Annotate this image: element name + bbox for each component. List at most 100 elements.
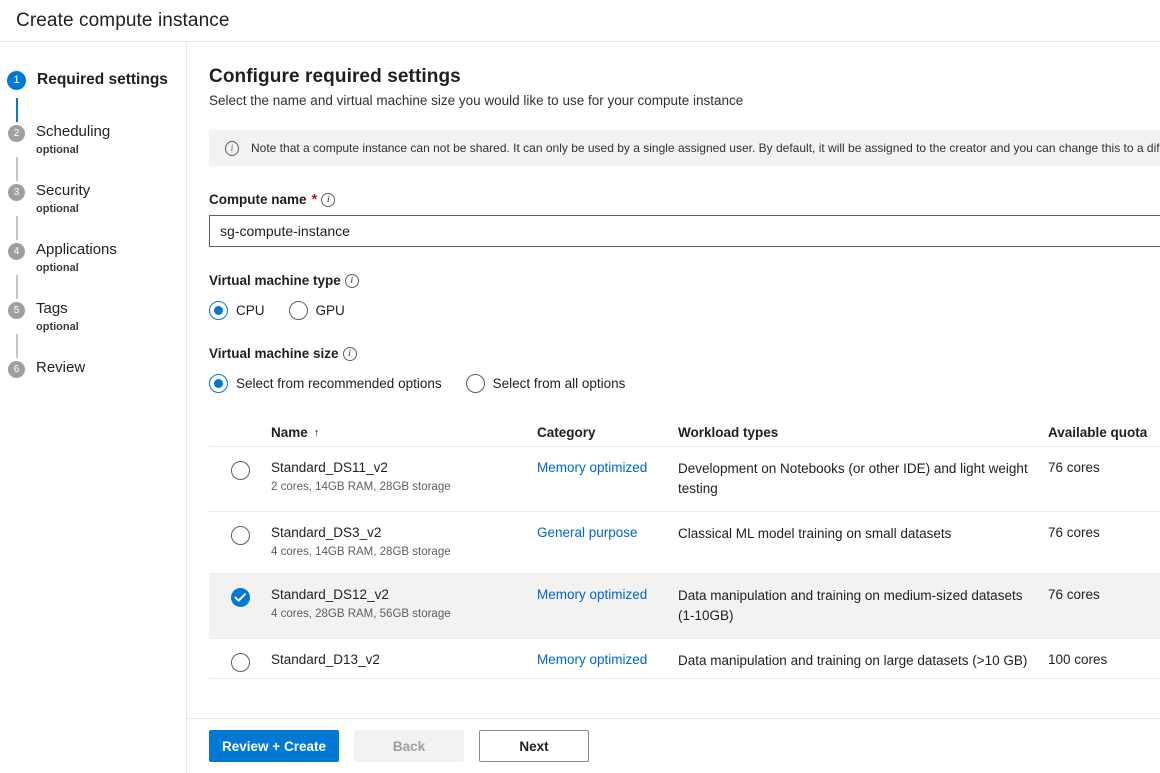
sort-ascending-icon: ↑ (314, 427, 320, 439)
row-name-cell: Standard_DS12_v2 4 cores, 28GB RAM, 56GB… (271, 586, 537, 622)
row-select-cell[interactable] (209, 586, 271, 607)
info-icon[interactable]: i (321, 193, 335, 207)
create-compute-instance-page: Create compute instance 1 Required setti… (0, 0, 1160, 773)
sidebar-item-review[interactable]: 6 Review (0, 358, 186, 386)
review-create-button[interactable]: Review + Create (209, 730, 339, 762)
sidebar-item-optional-tag: optional (36, 143, 110, 157)
row-radio-button[interactable] (231, 526, 250, 545)
row-select-cell[interactable] (209, 459, 271, 480)
row-spec: 4 cores, 14GB RAM, 28GB storage (271, 545, 537, 560)
page-title: Create compute instance (16, 10, 230, 32)
vm-type-label-text: Virtual machine type (209, 273, 341, 288)
step-number-badge: 4 (8, 243, 25, 260)
vm-size-label: Virtual machine size i (209, 346, 1160, 361)
vm-type-field-group: Virtual machine type i CPU GPU (209, 273, 1160, 320)
radio-label: Select from all options (493, 376, 626, 391)
row-category-cell: Memory optimized (537, 459, 678, 477)
step-connector (16, 216, 18, 240)
radio-button[interactable] (289, 301, 308, 320)
table-header-name[interactable]: Name ↑ (271, 425, 537, 440)
vm-type-label: Virtual machine type i (209, 273, 1160, 288)
sidebar-item-label: Scheduling (36, 122, 110, 142)
section-heading: Configure required settings (209, 66, 1160, 88)
sidebar-item-applications[interactable]: 4 Applications optional (0, 240, 186, 275)
step-connector (16, 275, 18, 299)
vm-size-label-text: Virtual machine size (209, 346, 339, 361)
compute-name-input[interactable]: sg-compute-instance (209, 215, 1160, 247)
sidebar-item-label: Required settings (37, 70, 168, 90)
radio-button[interactable] (466, 374, 485, 393)
step-number-badge: 2 (8, 125, 25, 142)
table-row[interactable]: Standard_DS3_v2 4 cores, 14GB RAM, 28GB … (209, 512, 1160, 574)
row-name: Standard_DS12_v2 (271, 586, 537, 604)
vm-type-option-gpu[interactable]: GPU (289, 301, 345, 320)
radio-label: Select from recommended options (236, 376, 442, 391)
table-header-category[interactable]: Category (537, 425, 678, 440)
sidebar-item-label: Security (36, 181, 90, 201)
table-row[interactable]: Standard_D13_v2 Memory optimized Data ma… (209, 639, 1160, 679)
vm-size-radio-group: Select from recommended options Select f… (209, 374, 1160, 393)
title-bar: Create compute instance (0, 0, 1160, 42)
table-row[interactable]: Standard_DS12_v2 4 cores, 28GB RAM, 56GB… (209, 574, 1160, 639)
compute-name-label-text: Compute name (209, 192, 307, 207)
row-quota: 76 cores (1048, 459, 1160, 477)
sidebar-item-optional-tag: optional (36, 320, 79, 334)
row-select-cell[interactable] (209, 651, 271, 672)
row-category-link[interactable]: Memory optimized (537, 460, 647, 475)
required-asterisk: * (312, 192, 318, 207)
compute-name-field-group: Compute name * i sg-compute-instance (209, 192, 1160, 247)
page-body: 1 Required settings 2 Scheduling optiona… (0, 42, 1160, 773)
sidebar-item-label: Tags (36, 299, 79, 319)
sidebar-item-label: Applications (36, 240, 117, 260)
footer-action-bar: Review + Create Back Next (187, 718, 1160, 773)
row-quota: 100 cores (1048, 651, 1160, 669)
info-banner-text: Note that a compute instance can not be … (251, 141, 1160, 155)
radio-label: GPU (316, 303, 345, 318)
sidebar-item-required-settings[interactable]: 1 Required settings (0, 70, 186, 98)
sidebar-item-tags[interactable]: 5 Tags optional (0, 299, 186, 334)
radio-button[interactable] (209, 374, 228, 393)
check-icon (234, 592, 247, 603)
info-icon[interactable]: i (345, 274, 359, 288)
row-radio-button[interactable] (231, 653, 250, 672)
row-category-cell: General purpose (537, 524, 678, 542)
table-row[interactable]: Standard_DS11_v2 2 cores, 14GB RAM, 28GB… (209, 447, 1160, 512)
row-category-link[interactable]: General purpose (537, 525, 638, 540)
sidebar-item-scheduling[interactable]: 2 Scheduling optional (0, 122, 186, 157)
step-connector (16, 334, 18, 358)
row-name: Standard_D13_v2 (271, 651, 537, 669)
step-number-badge: 1 (7, 71, 26, 90)
row-workload: Classical ML model training on small dat… (678, 524, 1048, 544)
back-button: Back (354, 730, 464, 762)
row-category-link[interactable]: Memory optimized (537, 652, 647, 667)
row-workload: Data manipulation and training on medium… (678, 586, 1048, 626)
info-banner: i Note that a compute instance can not b… (209, 130, 1160, 166)
row-spec: 4 cores, 28GB RAM, 56GB storage (271, 607, 537, 622)
row-select-cell[interactable] (209, 524, 271, 545)
row-quota: 76 cores (1048, 524, 1160, 542)
table-header-workload[interactable]: Workload types (678, 425, 1048, 440)
table-header-quota[interactable]: Available quota (1048, 425, 1160, 440)
vm-size-option-recommended[interactable]: Select from recommended options (209, 374, 442, 393)
row-category-link[interactable]: Memory optimized (537, 587, 647, 602)
row-category-cell: Memory optimized (537, 651, 678, 669)
step-number-badge: 6 (8, 361, 25, 378)
vm-size-option-all[interactable]: Select from all options (466, 374, 626, 393)
row-radio-button-selected[interactable] (231, 588, 250, 607)
radio-button[interactable] (209, 301, 228, 320)
next-button[interactable]: Next (479, 730, 589, 762)
sidebar-item-security[interactable]: 3 Security optional (0, 181, 186, 216)
table-header-name-text: Name (271, 425, 308, 440)
info-icon: i (225, 141, 239, 156)
info-icon[interactable]: i (343, 347, 357, 361)
vm-size-field-group: Virtual machine size i Select from recom… (209, 346, 1160, 393)
row-workload: Development on Notebooks (or other IDE) … (678, 459, 1048, 499)
section-subheading: Select the name and virtual machine size… (209, 93, 1160, 108)
main-panel: Configure required settings Select the n… (187, 42, 1160, 773)
step-connector (16, 157, 18, 181)
row-radio-button[interactable] (231, 461, 250, 480)
vm-size-table: Name ↑ Category Workload types Available… (209, 417, 1160, 679)
radio-label: CPU (236, 303, 265, 318)
row-workload: Data manipulation and training on large … (678, 651, 1048, 671)
vm-type-option-cpu[interactable]: CPU (209, 301, 265, 320)
